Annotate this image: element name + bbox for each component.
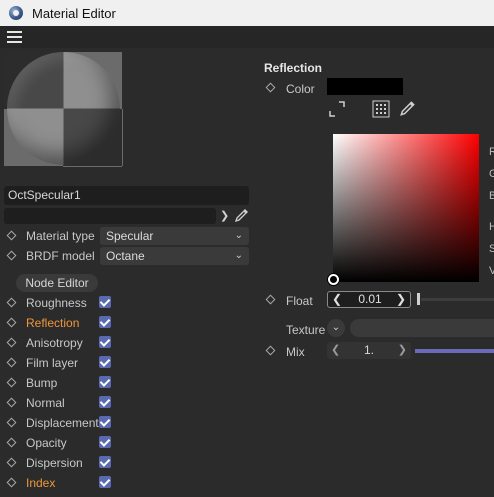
brdf-model-label: BRDF model	[26, 249, 95, 263]
menu-bar	[0, 26, 494, 48]
section-title: Reflection	[264, 61, 323, 75]
material-name-field[interactable]: OctSpecular1	[4, 186, 249, 205]
keyframe-diamond-icon[interactable]	[6, 477, 17, 488]
material-type-value: Specular	[106, 229, 154, 243]
channel-checkbox[interactable]	[99, 296, 111, 308]
picker-channel-label: R	[489, 146, 494, 158]
hamburger-menu-icon[interactable]	[7, 31, 22, 43]
channel-label[interactable]: Dispersion	[26, 456, 83, 470]
channel-checkbox[interactable]	[99, 336, 111, 348]
channel-row[interactable]: Bump	[0, 373, 255, 393]
keyframe-diamond-icon[interactable]	[265, 82, 276, 93]
increment-arrow-icon[interactable]: ❯	[396, 292, 406, 307]
material-preview[interactable]	[4, 52, 123, 167]
channel-label[interactable]: Bump	[26, 376, 57, 390]
left-panel: OctSpecular1 ❯ Material type Specular ⌄ …	[0, 48, 255, 497]
increment-arrow-icon[interactable]: ❯	[398, 342, 407, 359]
chevron-down-icon: ⌄	[234, 230, 243, 241]
channel-row[interactable]: Roughness	[0, 293, 255, 313]
picker-channel-label: H	[489, 221, 494, 233]
channel-label[interactable]: Anisotropy	[26, 336, 83, 350]
color-picker-handle[interactable]	[328, 274, 339, 285]
preview-sphere	[7, 52, 120, 165]
color-grid-icon[interactable]	[372, 100, 390, 118]
picker-channel-label: V	[489, 265, 494, 277]
material-type-dropdown[interactable]: Specular ⌄	[100, 227, 249, 245]
float-label: Float	[286, 294, 313, 308]
keyframe-diamond-icon[interactable]	[6, 357, 17, 368]
texture-menu-button[interactable]: ⌄	[327, 319, 345, 337]
mix-slider[interactable]	[415, 349, 494, 353]
channel-label[interactable]: Opacity	[26, 436, 67, 450]
window-title: Material Editor	[32, 5, 116, 21]
texture-label: Texture	[286, 323, 326, 337]
color-picker-field[interactable]	[333, 134, 479, 282]
brdf-model-dropdown[interactable]: Octane ⌄	[100, 247, 249, 265]
channel-label[interactable]: Reflection	[26, 316, 79, 330]
keyframe-diamond-icon[interactable]	[6, 297, 17, 308]
channel-row[interactable]: Anisotropy	[0, 333, 255, 353]
channel-checkbox[interactable]	[99, 316, 111, 328]
keyframe-diamond-icon[interactable]	[6, 457, 17, 468]
keyframe-diamond-icon[interactable]	[265, 294, 276, 305]
preset-field[interactable]	[4, 208, 216, 224]
picker-channel-label: B	[489, 190, 494, 202]
channel-label[interactable]: Roughness	[26, 296, 87, 310]
brdf-model-value: Octane	[106, 249, 145, 263]
material-type-row: Material type Specular ⌄	[0, 227, 255, 245]
node-editor-button[interactable]: Node Editor	[16, 274, 98, 292]
color-label: Color	[286, 82, 315, 96]
app-icon	[9, 6, 23, 20]
decrement-arrow-icon[interactable]: ❮	[332, 292, 342, 307]
title-bar: Material Editor	[0, 0, 494, 26]
material-type-label: Material type	[26, 229, 95, 243]
float-slider-thumb[interactable]	[417, 293, 420, 305]
keyframe-diamond-icon[interactable]	[6, 397, 17, 408]
channel-label[interactable]: Film layer	[26, 356, 78, 370]
keyframe-diamond-icon[interactable]	[6, 437, 17, 448]
channel-row[interactable]: Reflection	[0, 313, 255, 333]
texture-slot[interactable]	[350, 319, 494, 337]
right-panel: Reflection Color R G B H S V Float 0.01 …	[255, 48, 494, 497]
picker-channel-label: G	[489, 168, 494, 180]
preset-row: ❯	[4, 208, 249, 224]
keyframe-diamond-icon[interactable]	[6, 377, 17, 388]
channel-label[interactable]: Index	[26, 476, 55, 490]
float-slider-track[interactable]	[421, 298, 494, 301]
channel-row[interactable]: Displacement	[0, 413, 255, 433]
channel-checkbox[interactable]	[99, 456, 111, 468]
channel-checkbox[interactable]	[99, 396, 111, 408]
keyframe-diamond-icon[interactable]	[6, 417, 17, 428]
keyframe-diamond-icon[interactable]	[265, 345, 276, 356]
eyedropper-icon[interactable]	[234, 207, 250, 223]
expand-icon[interactable]	[328, 100, 346, 118]
channel-row[interactable]: Film layer	[0, 353, 255, 373]
brdf-model-row: BRDF model Octane ⌄	[0, 247, 255, 265]
decrement-arrow-icon[interactable]: ❮	[331, 342, 340, 359]
mix-input[interactable]: 1. ❮ ❯	[327, 342, 411, 359]
chevron-down-icon[interactable]: ❯	[220, 209, 229, 222]
channel-label[interactable]: Displacement	[26, 416, 99, 430]
mix-label: Mix	[286, 345, 305, 359]
keyframe-diamond-icon[interactable]	[6, 317, 17, 328]
eyedropper-icon[interactable]	[399, 99, 417, 117]
channel-row[interactable]: Normal	[0, 393, 255, 413]
channel-checkbox[interactable]	[99, 436, 111, 448]
channel-row[interactable]: Opacity	[0, 433, 255, 453]
channel-checkbox[interactable]	[99, 476, 111, 488]
channel-checkbox[interactable]	[99, 416, 111, 428]
channel-checkbox[interactable]	[99, 376, 111, 388]
keyframe-diamond-icon[interactable]	[6, 337, 17, 348]
chevron-down-icon: ⌄	[234, 250, 243, 261]
channel-row[interactable]: Dispersion	[0, 453, 255, 473]
keyframe-diamond-icon[interactable]	[6, 230, 17, 241]
keyframe-diamond-icon[interactable]	[6, 250, 17, 261]
color-swatch[interactable]	[327, 78, 403, 95]
channel-label[interactable]: Normal	[26, 396, 65, 410]
channel-checkbox[interactable]	[99, 356, 111, 368]
channel-row[interactable]: Index	[0, 473, 255, 493]
picker-channel-label: S	[489, 243, 494, 255]
float-input[interactable]: 0.01 ❮ ❯	[327, 291, 411, 308]
